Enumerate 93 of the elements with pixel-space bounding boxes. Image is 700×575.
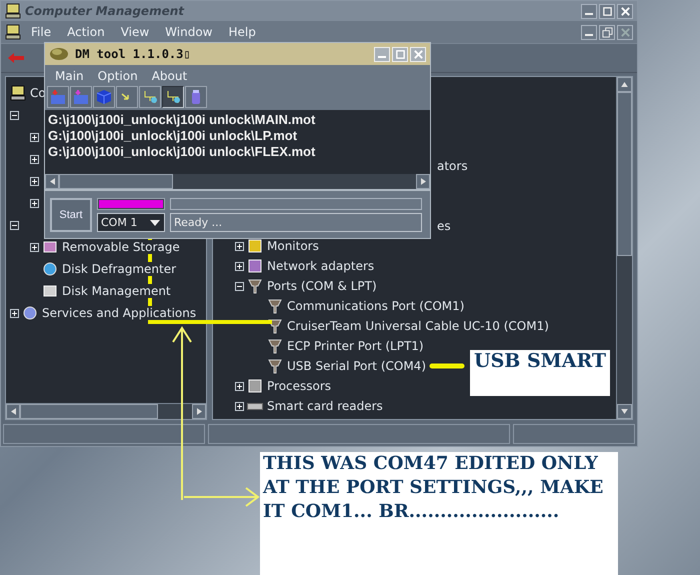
window-title: DM tool 1.1.0.3▯ bbox=[75, 47, 191, 61]
network-icon bbox=[165, 89, 181, 105]
restore-button[interactable] bbox=[599, 24, 615, 40]
chip-icon bbox=[247, 378, 263, 394]
expand-icon[interactable] bbox=[235, 382, 244, 390]
expand-icon[interactable] bbox=[235, 242, 244, 250]
down-arrow-icon bbox=[621, 409, 628, 414]
expand-icon[interactable] bbox=[10, 308, 19, 318]
restore-icon bbox=[602, 26, 612, 38]
right-arrow-icon bbox=[420, 178, 426, 185]
seed-icon bbox=[49, 47, 69, 61]
port-plug-icon bbox=[267, 298, 283, 314]
menu-item[interactable]: Option bbox=[92, 68, 144, 82]
close-button[interactable] bbox=[617, 24, 633, 40]
close-icon bbox=[620, 6, 630, 16]
monitor-icon bbox=[247, 238, 263, 254]
file-path[interactable]: G:\j100\j100i_unlock\j100i unlock\LP.mot bbox=[48, 128, 427, 144]
computer-icon bbox=[10, 85, 26, 101]
up-arrow-icon bbox=[621, 82, 628, 87]
gear-icon bbox=[22, 305, 38, 321]
vertical-scrollbar[interactable] bbox=[616, 77, 632, 419]
left-arrow-icon bbox=[10, 408, 16, 415]
left-arrow-icon bbox=[50, 178, 54, 185]
tree-item[interactable]: CruiserTeam Universal Cable UC-10 (COM1) bbox=[287, 319, 549, 333]
connector-line bbox=[430, 364, 464, 368]
minimize-icon bbox=[378, 56, 386, 58]
menu-item[interactable]: Help bbox=[222, 25, 262, 39]
disk-icon bbox=[42, 261, 58, 277]
tree-item[interactable]: Processors bbox=[267, 379, 332, 393]
expand-icon[interactable] bbox=[30, 198, 39, 208]
caret-icon bbox=[150, 220, 160, 226]
file-path[interactable]: G:\j100\j100i_unlock\j100i unlock\FLEX.mot bbox=[48, 144, 427, 160]
maximize-button[interactable] bbox=[599, 4, 615, 18]
port-plug-icon bbox=[267, 318, 283, 334]
menu-item[interactable]: File bbox=[25, 25, 58, 39]
network-icon bbox=[142, 89, 158, 105]
maximize-icon bbox=[602, 6, 612, 16]
menu-item[interactable]: Main bbox=[49, 68, 90, 82]
toolbar-button[interactable] bbox=[162, 86, 184, 108]
tree-item[interactable]: Services and Applications bbox=[42, 306, 196, 320]
close-icon bbox=[620, 26, 630, 38]
card-reader-icon bbox=[247, 402, 263, 410]
annotation-label: USB SMART bbox=[470, 350, 610, 396]
menu-item[interactable]: Window bbox=[159, 25, 218, 39]
maximize-icon bbox=[394, 48, 406, 60]
tree-item[interactable]: ators bbox=[437, 159, 468, 173]
collapse-icon[interactable] bbox=[10, 110, 19, 120]
right-arrow-icon bbox=[196, 408, 202, 415]
computer-icon bbox=[5, 24, 21, 40]
cube-icon bbox=[96, 89, 112, 105]
menu-item[interactable]: View bbox=[114, 25, 156, 39]
collapse-icon[interactable] bbox=[10, 220, 19, 230]
tree-item[interactable]: Network adapters bbox=[267, 259, 374, 273]
close-button[interactable] bbox=[617, 4, 633, 18]
folder-icon bbox=[50, 89, 66, 105]
computer-icon bbox=[5, 3, 21, 19]
minimize-icon bbox=[585, 34, 593, 36]
menu-item[interactable]: Action bbox=[61, 25, 111, 39]
tree-item[interactable]: Disk Management bbox=[62, 284, 171, 298]
minimize-button[interactable] bbox=[581, 4, 597, 18]
horizontal-scrollbar[interactable] bbox=[45, 174, 430, 189]
expand-icon[interactable] bbox=[235, 402, 244, 410]
tree-item[interactable]: Smart card readers bbox=[267, 399, 383, 413]
expand-icon[interactable] bbox=[30, 154, 39, 164]
tree-item[interactable]: ECP Printer Port (LPT1) bbox=[287, 339, 424, 353]
horizontal-scrollbar[interactable] bbox=[6, 403, 206, 419]
minimize-icon bbox=[585, 12, 593, 14]
tree-item[interactable]: Communications Port (COM1) bbox=[287, 299, 464, 313]
network-card-icon bbox=[247, 258, 263, 274]
close-icon bbox=[412, 48, 424, 60]
status-field: Ready ... bbox=[170, 213, 422, 232]
collapse-icon[interactable] bbox=[235, 282, 244, 290]
port-dropdown[interactable]: COM 1 bbox=[97, 213, 165, 232]
tree-item[interactable]: USB Serial Port (COM4) bbox=[287, 359, 426, 373]
menu-item[interactable]: About bbox=[146, 68, 194, 82]
annotation-text: THIS WAS COM47 EDITED ONLY AT THE PORT SETTINGS,,, MAKE IT COM1... BR........................ bbox=[260, 452, 618, 575]
minimize-button[interactable] bbox=[581, 24, 597, 40]
expand-icon[interactable] bbox=[235, 262, 244, 270]
expand-icon[interactable] bbox=[30, 176, 39, 186]
tree-item[interactable]: Monitors bbox=[267, 239, 319, 253]
start-button[interactable]: Start bbox=[50, 198, 92, 232]
tree-item[interactable]: Disk Defragmenter bbox=[62, 262, 176, 276]
tree-item[interactable]: Removable Storage bbox=[62, 240, 180, 254]
expand-icon[interactable] bbox=[30, 242, 39, 252]
storage-icon bbox=[42, 239, 58, 255]
tree-item[interactable]: Ports (COM & LPT) bbox=[267, 279, 377, 293]
port-plug-icon bbox=[267, 358, 283, 374]
file-path[interactable]: G:\j100\j100i_unlock\j100i unlock\MAIN.mot bbox=[48, 112, 427, 128]
folder-icon bbox=[73, 89, 89, 105]
window-title: Computer Management bbox=[25, 4, 184, 18]
expand-icon[interactable] bbox=[30, 132, 39, 142]
port-plug-icon bbox=[247, 278, 263, 294]
port-plug-icon bbox=[267, 338, 283, 354]
